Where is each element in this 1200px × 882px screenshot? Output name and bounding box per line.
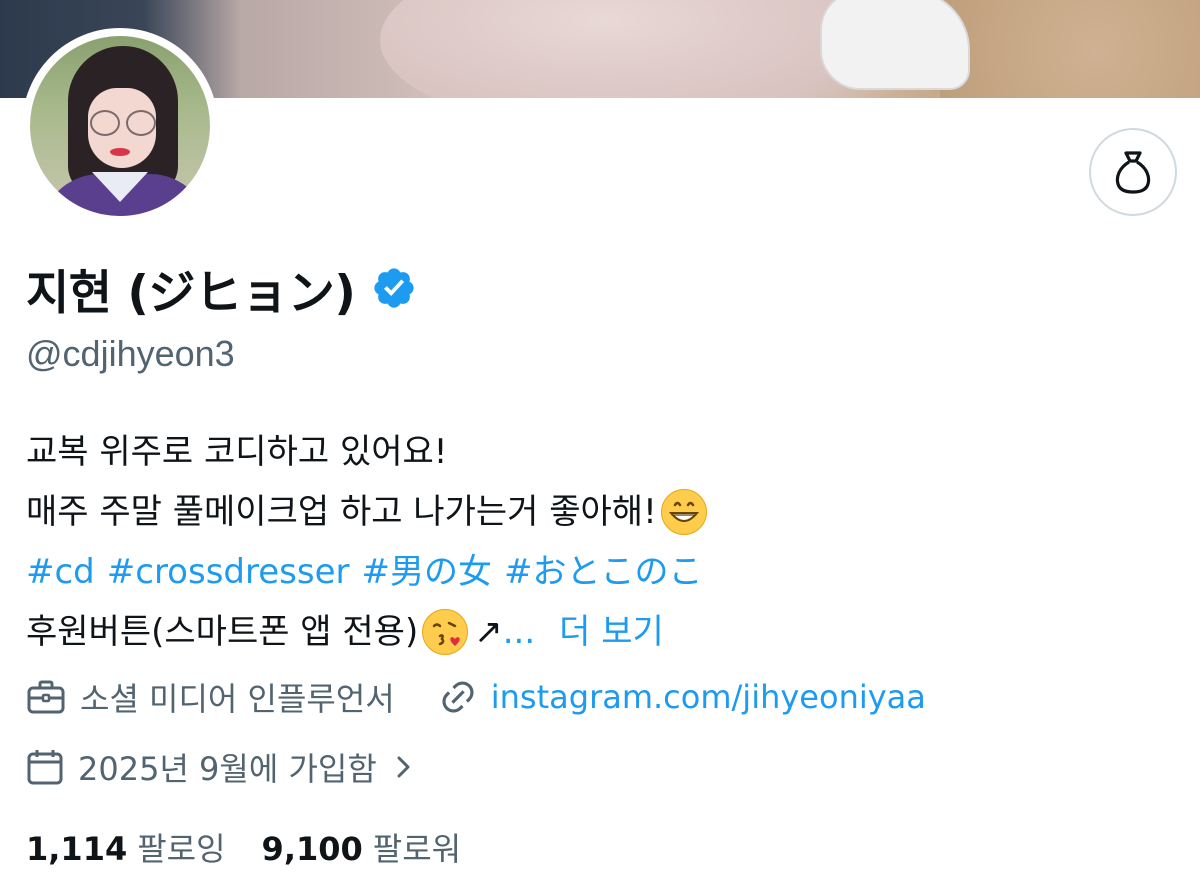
display-name-row: 지현 (ジヒョン): [26, 250, 417, 326]
bio-line: 후원버튼(스마트폰 앱 전용) ↗ ... 더 보기: [26, 602, 1166, 662]
hashtag-line: #cd #crossdresser #男の女 #おとこのこ: [26, 542, 1166, 602]
tip-button[interactable]: [1089, 128, 1177, 216]
hashtag-link[interactable]: #crossdresser: [107, 542, 350, 602]
followers-stat[interactable]: 9,100 팔로워: [262, 824, 462, 870]
profile-meta-row: 소셜 미디어 인플루언서 instagram.com/jihyeoniyaa: [26, 670, 926, 724]
follow-stats: 1,114 팔로잉 9,100 팔로워: [26, 822, 461, 872]
chevron-right-icon: [397, 756, 410, 778]
hashtag-link[interactable]: #男の女: [361, 542, 492, 602]
bio-line: 매주 주말 풀메이크업 하고 나가는거 좋아해!: [26, 482, 1166, 542]
joined-date-row[interactable]: 2025년 9월에 가입함: [26, 740, 419, 794]
verified-badge-icon[interactable]: [371, 265, 417, 311]
avatar-photo: [30, 36, 210, 216]
bio-text: 매주 주말 풀메이크업 하고 나가는거 좋아해!: [26, 492, 657, 532]
profile-page: 지현 (ジヒョン) @cdjihyeon3 교복 위주로 코디하고 있어요! 매…: [0, 0, 1200, 882]
profile-category: 소셜 미디어 인플루언서: [80, 680, 395, 718]
grinning-face-emoji: [660, 489, 707, 535]
user-handle: @cdjihyeon3: [26, 333, 235, 374]
bio: 교복 위주로 코디하고 있어요! 매주 주말 풀메이크업 하고 나가는거 좋아해…: [26, 422, 1166, 662]
joined-date: 2025년 9월에 가입함: [78, 750, 377, 788]
banner-photo-ground: [940, 0, 1200, 98]
following-label: 팔로잉: [137, 830, 226, 868]
money-bag-icon: [1115, 151, 1151, 194]
following-stat[interactable]: 1,114 팔로잉: [26, 824, 226, 870]
bio-line: 교복 위주로 코디하고 있어요!: [26, 432, 448, 472]
hashtag-link[interactable]: #cd: [26, 542, 95, 602]
followers-label: 팔로워: [372, 830, 462, 868]
followers-count: 9,100: [261, 830, 363, 868]
external-arrow: ↗: [474, 612, 503, 652]
following-count: 1,114: [26, 830, 128, 868]
link-icon: [442, 681, 474, 713]
face-blowing-kiss-emoji: [422, 609, 469, 655]
briefcase-icon: [27, 680, 65, 714]
hashtag-link[interactable]: #おとこのこ: [504, 542, 703, 602]
ellipsis: ...: [502, 612, 536, 652]
calendar-icon: [27, 750, 63, 785]
banner-photo-shoe: [820, 0, 970, 90]
avatar[interactable]: [22, 28, 218, 224]
display-name: 지현 (ジヒョン): [26, 265, 356, 321]
website-link[interactable]: instagram.com/jihyeoniyaa: [491, 678, 926, 716]
bio-text: 후원버튼(스마트폰 앱 전용): [26, 612, 419, 652]
show-more-link[interactable]: 더 보기: [559, 602, 664, 662]
